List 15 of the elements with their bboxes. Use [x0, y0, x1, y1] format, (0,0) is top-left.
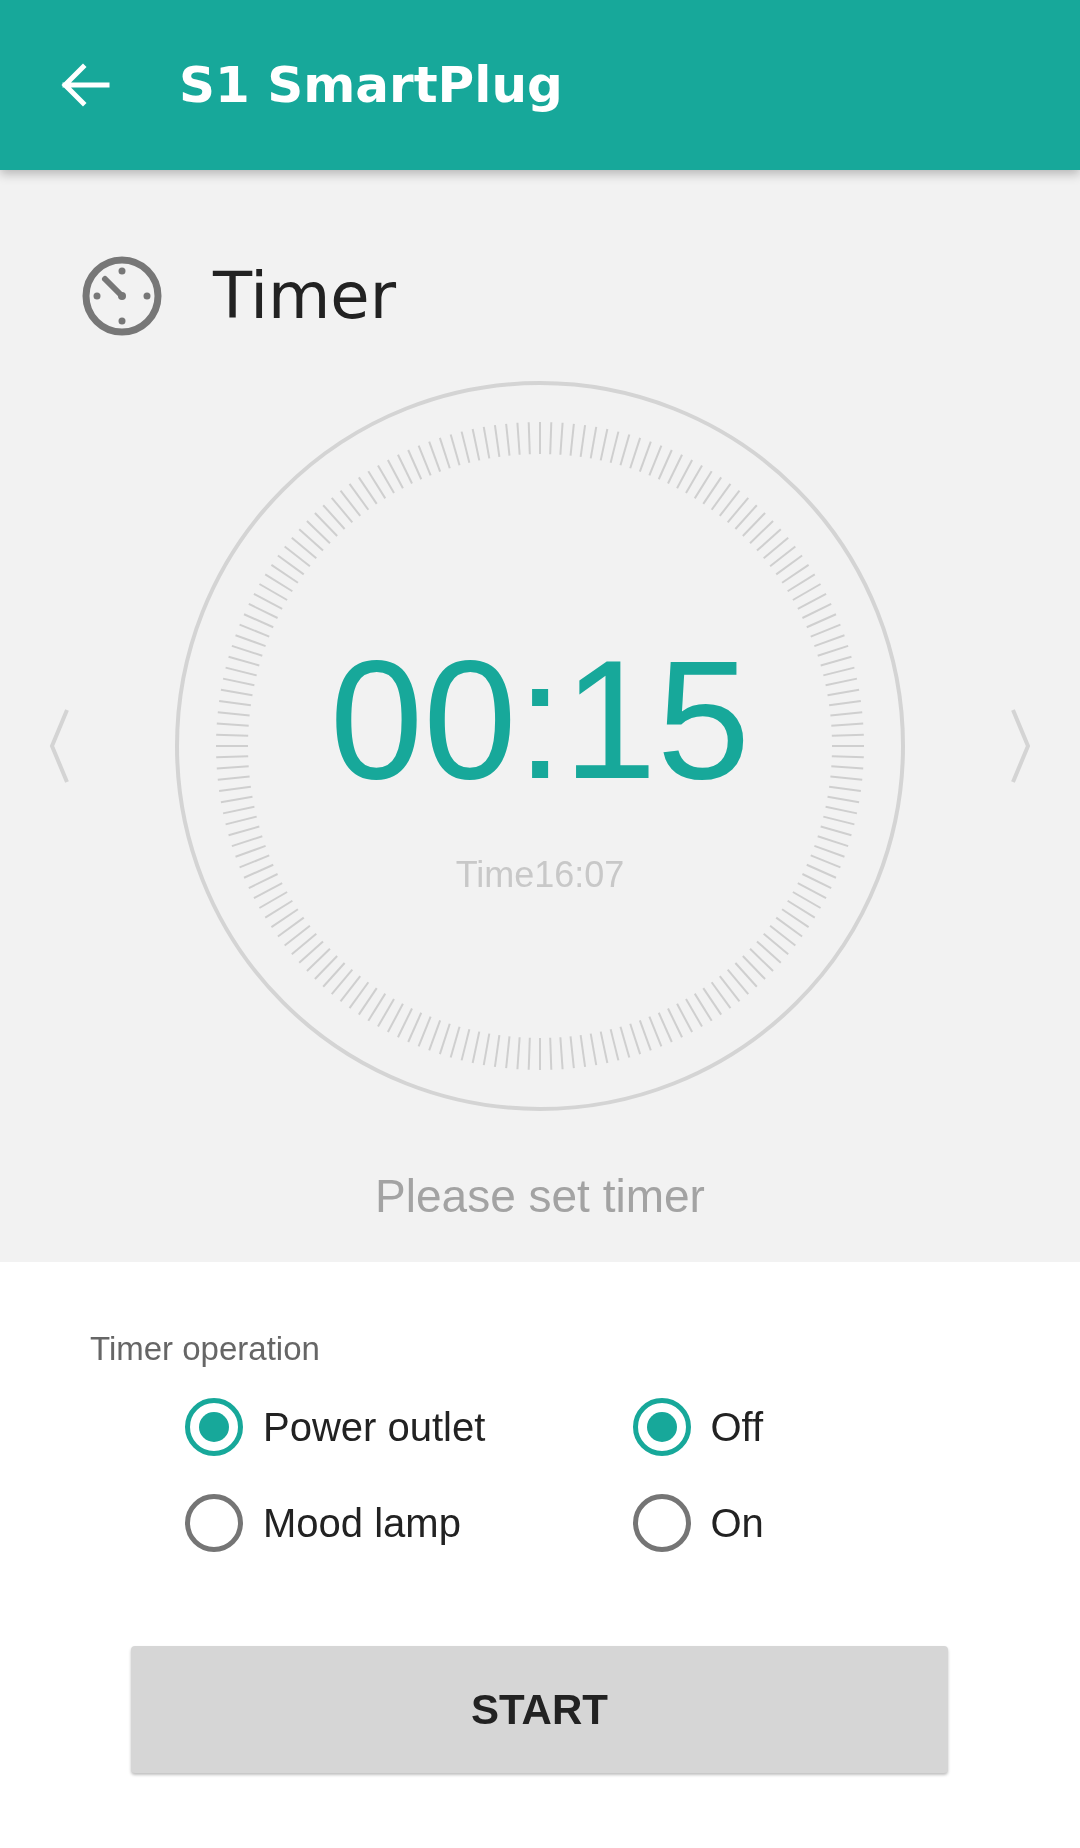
app-title: S1 SmartPlug — [179, 56, 563, 114]
radio-button[interactable] — [632, 1398, 691, 1456]
start-button[interactable]: START — [131, 1646, 948, 1773]
radio-button[interactable] — [185, 1398, 243, 1456]
operation-label: Timer operation — [90, 1330, 321, 1368]
radio-button[interactable] — [185, 1494, 243, 1552]
radio-label[interactable]: On — [710, 1500, 764, 1546]
radio-button[interactable] — [632, 1494, 691, 1552]
radio-label[interactable]: Power outlet — [263, 1404, 486, 1450]
timer-hint: Please set timer — [375, 1169, 705, 1223]
timer-display: 00:15 — [329, 636, 751, 804]
radio-label[interactable]: Mood lamp — [263, 1500, 461, 1546]
back-arrow-icon[interactable] — [59, 63, 111, 107]
section-title: Timer — [213, 259, 396, 333]
radio-label[interactable]: Off — [710, 1404, 764, 1450]
